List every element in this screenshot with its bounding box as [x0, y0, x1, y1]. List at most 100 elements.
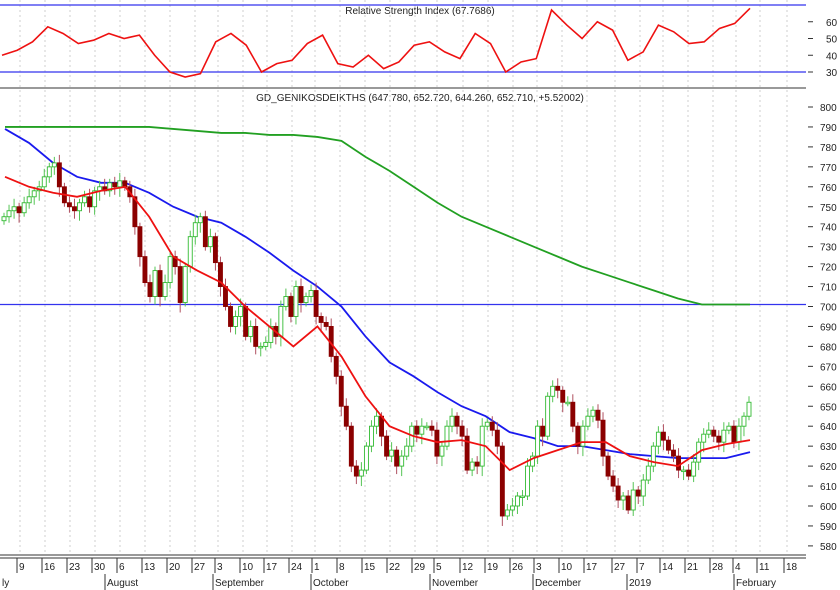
candle-body	[630, 489, 636, 511]
candle-body	[691, 461, 697, 477]
y-tick-label: 740	[820, 223, 837, 234]
y-tick-label: 800	[820, 103, 837, 114]
candle-body	[192, 222, 198, 238]
candle-body	[358, 469, 364, 477]
date-tick-label: 28	[712, 562, 724, 573]
candle-body	[72, 206, 77, 212]
rsi-y-tick-label: 30	[826, 68, 838, 79]
candle-body	[374, 415, 379, 427]
y-tick-label: 690	[820, 322, 837, 333]
candle-body	[706, 429, 712, 435]
date-tick-label: 27	[194, 562, 206, 573]
candle-body	[258, 345, 264, 349]
candle-body	[635, 489, 641, 497]
candle-body	[384, 435, 390, 457]
candle-body	[228, 306, 233, 327]
candle-body	[640, 479, 646, 497]
candle-body	[414, 425, 420, 435]
candle-body	[459, 425, 465, 437]
candle-body	[449, 415, 455, 427]
ma-mid-line	[4, 128, 751, 460]
candle-body	[202, 216, 208, 248]
month-label: October	[313, 578, 349, 589]
candle-body	[152, 270, 158, 297]
candle-body	[303, 296, 309, 303]
candle-body	[318, 316, 324, 323]
y-tick-label: 750	[820, 203, 837, 214]
candle-body	[338, 375, 344, 407]
candle-body	[293, 286, 299, 317]
y-tick-label: 660	[820, 382, 837, 393]
date-tick-label: 7	[639, 562, 645, 573]
date-tick-label: 13	[144, 562, 156, 573]
candle-body	[736, 425, 742, 443]
candle-body	[585, 415, 591, 427]
candle-body	[701, 433, 707, 443]
candle-body	[645, 465, 651, 481]
candle-body	[590, 409, 596, 417]
candle-body	[499, 445, 505, 517]
candle-body	[182, 266, 188, 303]
y-tick-label: 760	[820, 183, 837, 194]
candle-body	[746, 401, 752, 417]
candle-body	[283, 296, 289, 307]
month-label: ly	[2, 578, 9, 589]
candle-body	[469, 461, 475, 471]
rsi-y-tick-label: 60	[826, 18, 838, 29]
candle-body	[439, 445, 445, 457]
candle-body	[615, 485, 621, 501]
candle-body	[424, 425, 430, 429]
candle-body	[660, 431, 666, 441]
candle-body	[11, 206, 17, 212]
date-tick-label: 27	[614, 562, 626, 573]
candle-body	[6, 210, 12, 218]
date-tick-label: 24	[291, 562, 303, 573]
candle-body	[157, 270, 163, 297]
candle-body	[550, 385, 556, 397]
candle-body	[348, 425, 354, 467]
y-tick-label: 790	[820, 123, 837, 134]
date-tick-label: 3	[217, 562, 223, 573]
candle-body	[313, 290, 319, 317]
candle-body	[454, 415, 460, 427]
y-tick-label: 670	[820, 362, 837, 373]
y-tick-label: 580	[820, 542, 837, 553]
date-tick-label: 29	[414, 562, 426, 573]
date-tick-label: 14	[662, 562, 674, 573]
y-tick-label: 780	[820, 143, 837, 154]
candle-body	[721, 429, 727, 443]
date-tick-label: 21	[687, 562, 699, 573]
date-tick-label: 17	[266, 562, 278, 573]
candle-body	[16, 206, 22, 214]
candle-body	[525, 465, 530, 497]
candle-body	[223, 286, 228, 307]
price-chart-title: GD_GENIKOSDEIKTHS (647.780, 652.720, 644…	[256, 93, 584, 104]
candle-body	[167, 256, 173, 284]
candle-body	[46, 166, 52, 178]
candle-body	[66, 202, 72, 208]
candle-body	[741, 415, 747, 427]
candle-body	[77, 202, 82, 212]
candle-body	[31, 190, 37, 198]
candle-body	[248, 326, 254, 337]
candle-body	[535, 425, 541, 457]
date-tick-label: 8	[339, 562, 345, 573]
candle-body	[308, 290, 314, 297]
date-tick-label: 9	[19, 562, 25, 573]
candle-body	[625, 495, 631, 511]
y-tick-label: 730	[820, 243, 837, 254]
y-tick-label: 650	[820, 402, 837, 413]
date-tick-label: 26	[512, 562, 524, 573]
date-tick-label: 17	[586, 562, 598, 573]
candle-body	[394, 449, 400, 467]
candle-body	[444, 425, 450, 447]
date-tick-label: 4	[735, 562, 741, 573]
date-tick-label: 15	[364, 562, 376, 573]
candle-body	[494, 429, 500, 447]
candle-body	[404, 445, 410, 457]
date-tick-label: 11	[759, 562, 770, 573]
date-tick-label: 18	[786, 562, 798, 573]
candle-body	[263, 341, 269, 347]
candle-body	[56, 162, 62, 188]
candle-body	[137, 226, 143, 258]
